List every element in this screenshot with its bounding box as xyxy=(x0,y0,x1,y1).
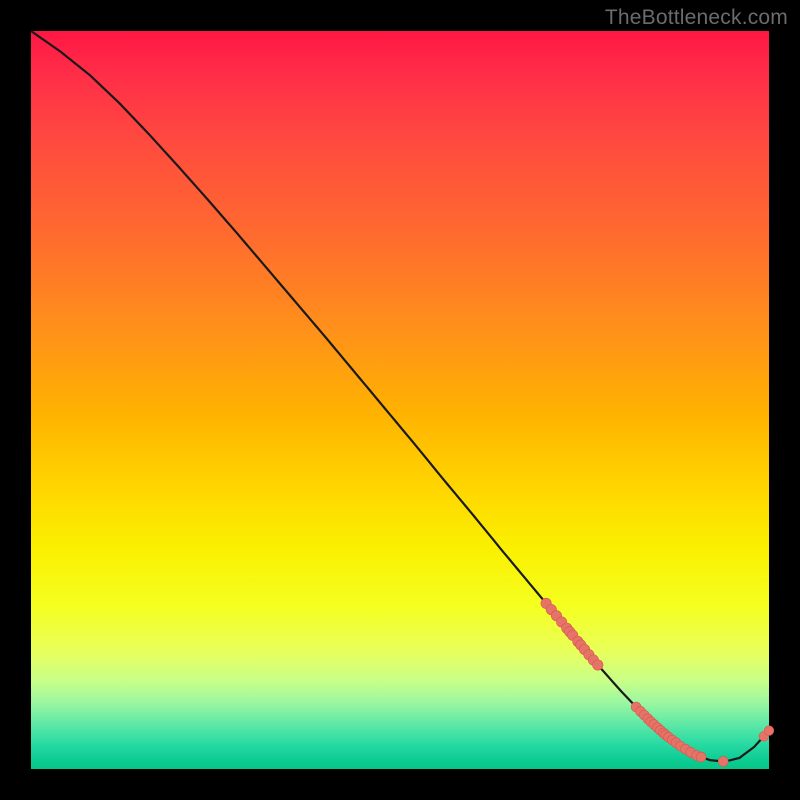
data-marker xyxy=(764,726,774,736)
data-marker xyxy=(696,752,706,762)
curve-svg xyxy=(31,31,769,769)
plot-area xyxy=(31,31,769,769)
watermark-text: TheBottleneck.com xyxy=(605,6,788,30)
bottleneck-curve xyxy=(31,31,769,762)
data-marker xyxy=(593,660,603,670)
chart-frame: TheBottleneck.com xyxy=(0,0,800,800)
data-markers xyxy=(541,598,774,766)
data-marker xyxy=(718,756,728,766)
